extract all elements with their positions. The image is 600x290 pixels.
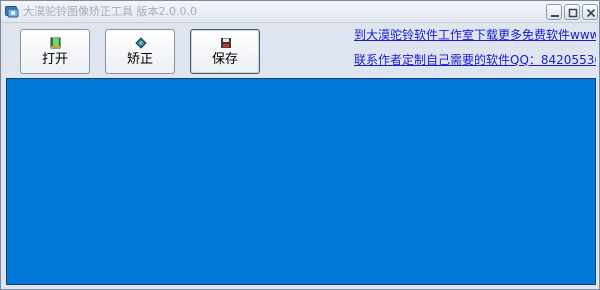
- image-canvas[interactable]: [6, 78, 596, 285]
- maximize-button[interactable]: [564, 4, 580, 20]
- minimize-icon: [551, 15, 559, 17]
- window-title: 大漠驼铃图像矫正工具 版本2.0.0.0: [23, 5, 197, 18]
- toolbar: 打开 矫正 保存 到大漠驼铃软件工作室下载更多免费软件www.1 联系作者定制自…: [6, 24, 596, 78]
- website-link[interactable]: 到大漠驼铃软件工作室下载更多免费软件www.1: [354, 28, 596, 43]
- maximize-icon: [568, 8, 578, 18]
- title-bar[interactable]: 大漠驼铃图像矫正工具 版本2.0.0.0: [1, 1, 599, 23]
- close-icon: [586, 8, 596, 18]
- close-button[interactable]: [582, 4, 598, 20]
- app-logo-icon: [5, 5, 19, 18]
- correct-button-label: 矫正: [126, 52, 153, 67]
- correct-button[interactable]: 矫正: [105, 29, 175, 74]
- correct-icon: [135, 37, 147, 49]
- app-window: 大漠驼铃图像矫正工具 版本2.0.0.0 打开 矫正 保存 到大漠驼铃软件工作室…: [0, 0, 600, 290]
- contact-author-link[interactable]: 联系作者定制自己需要的软件QQ：842055368: [354, 53, 596, 68]
- save-button[interactable]: 保存: [190, 29, 260, 74]
- save-button-label: 保存: [211, 52, 238, 67]
- open-book-icon: [50, 37, 62, 49]
- floppy-disk-icon: [220, 37, 232, 49]
- minimize-button[interactable]: [546, 4, 562, 20]
- open-button[interactable]: 打开: [20, 29, 90, 74]
- open-button-label: 打开: [41, 52, 68, 67]
